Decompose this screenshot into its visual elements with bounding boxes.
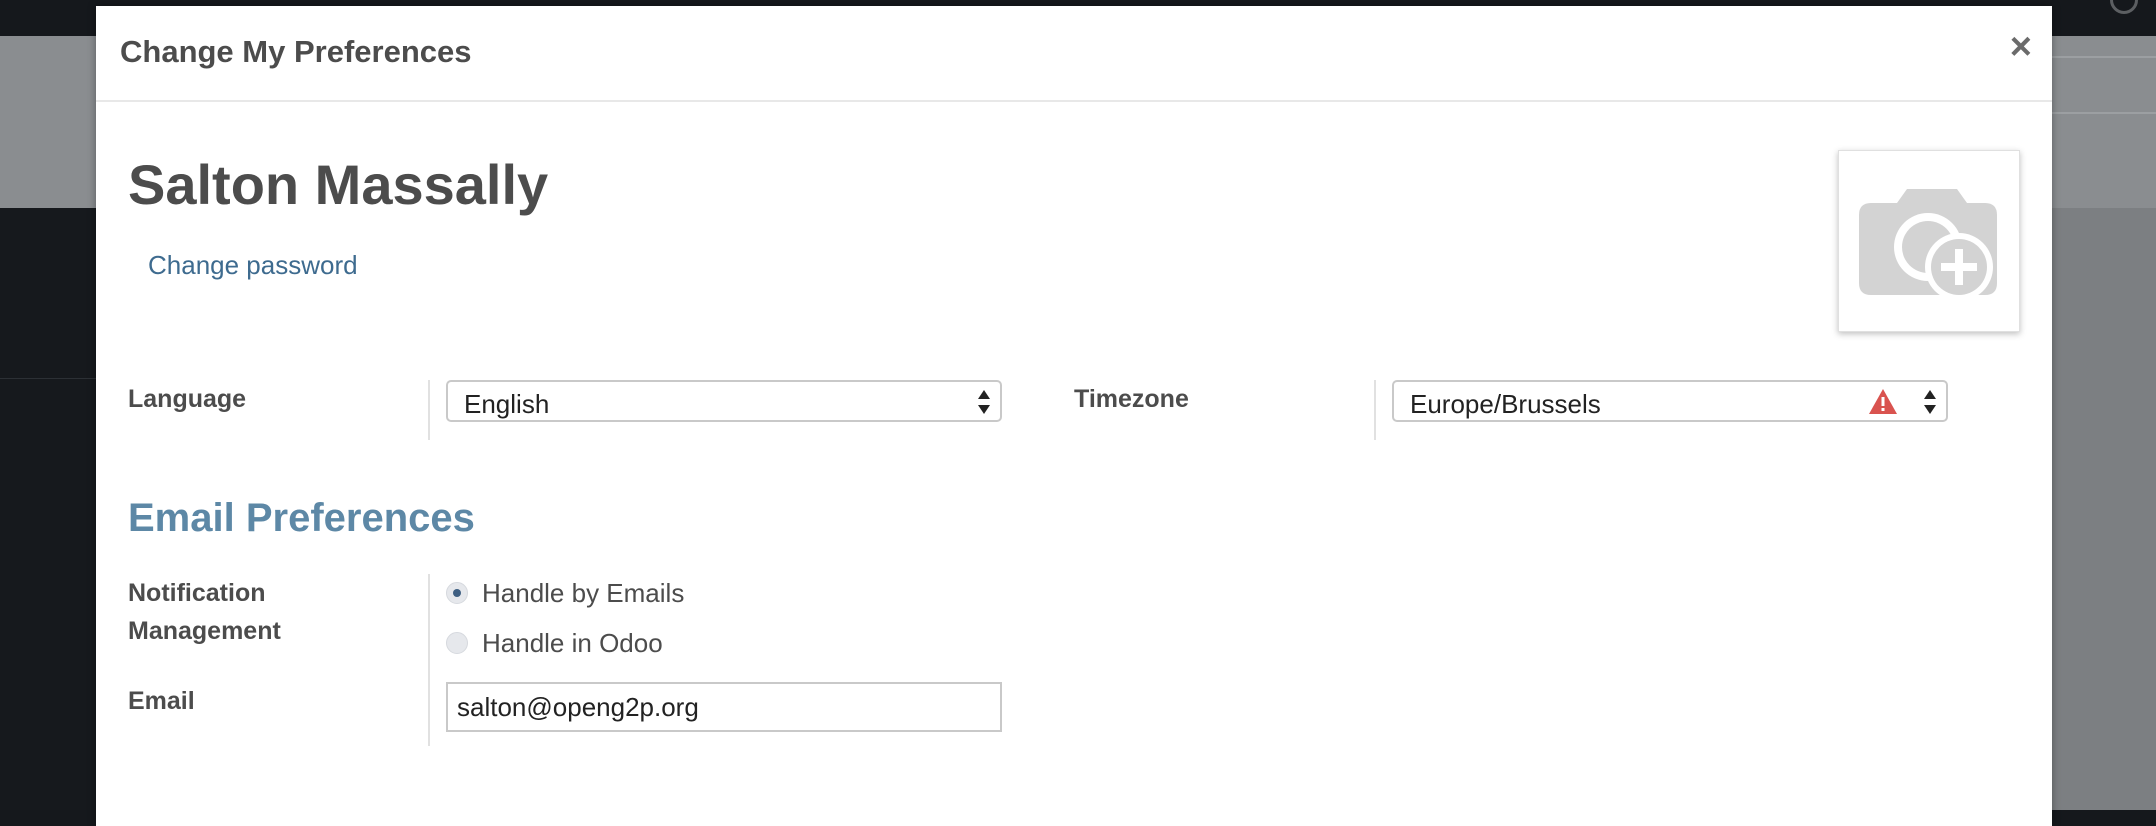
- radio-button[interactable]: [446, 632, 468, 654]
- radio-button[interactable]: [446, 582, 468, 604]
- field-separator: [428, 380, 430, 440]
- language-label: Language: [128, 385, 247, 413]
- background-rule: [2050, 112, 2156, 114]
- email-preferences-title: Email Preferences: [128, 496, 475, 540]
- modal-header: Change My Preferences ×: [96, 6, 2052, 102]
- select-arrows-icon: [1924, 390, 1936, 414]
- email-input[interactable]: [446, 682, 1002, 732]
- background-content: [2052, 208, 2156, 810]
- user-name: Salton Massally: [128, 153, 549, 216]
- select-arrows-icon: [978, 390, 990, 414]
- warning-triangle-icon: [1869, 389, 1897, 414]
- notification-management-label: Notification Management: [128, 579, 281, 645]
- radio-label: Handle by Emails: [482, 578, 685, 608]
- language-value: English: [464, 389, 550, 419]
- timezone-select[interactable]: Europe/Brussels: [1392, 380, 1948, 422]
- timezone-label: Timezone: [1074, 385, 1189, 413]
- field-separator: [1374, 380, 1376, 440]
- email-label: Email: [128, 687, 195, 715]
- avatar-upload[interactable]: [1838, 150, 2020, 332]
- camera-plus-icon: [1859, 189, 1997, 301]
- background-sidebar: [0, 208, 96, 810]
- radio-selected-dot: [453, 589, 461, 597]
- timezone-value: Europe/Brussels: [1410, 389, 1601, 419]
- background-separator: [0, 378, 96, 379]
- field-separator: [428, 574, 430, 746]
- language-select[interactable]: English: [446, 380, 1002, 422]
- preferences-modal: Change My Preferences × Salton Massally …: [96, 6, 2052, 826]
- background-rule: [2050, 56, 2156, 58]
- modal-title: Change My Preferences: [120, 34, 472, 69]
- radio-label: Handle in Odoo: [482, 628, 663, 658]
- change-password-link[interactable]: Change password: [148, 250, 358, 281]
- background-user-icon: [2110, 0, 2138, 14]
- close-button[interactable]: ×: [2010, 28, 2032, 66]
